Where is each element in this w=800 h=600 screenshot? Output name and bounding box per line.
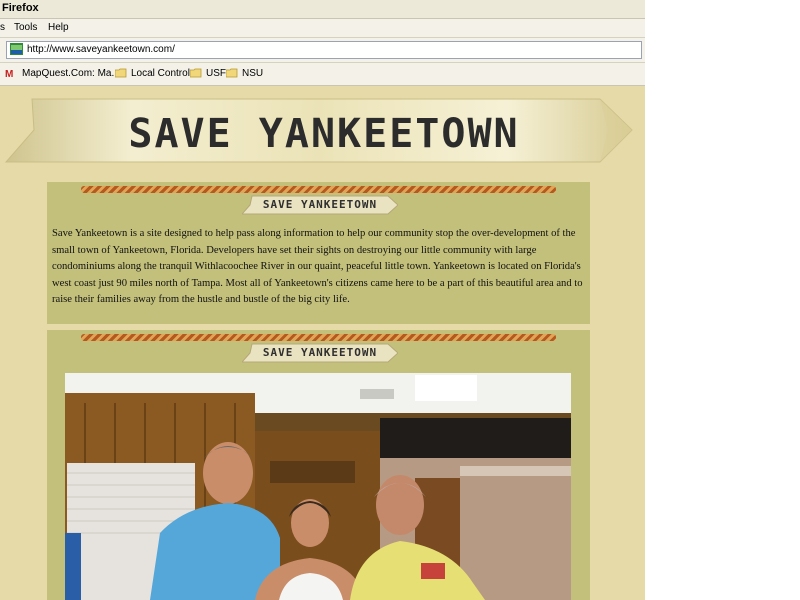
svg-text:M: M <box>5 69 13 78</box>
group-photo <box>65 373 571 600</box>
intro-paragraph: Save Yankeetown is a site designed to he… <box>52 228 583 306</box>
rope-divider <box>81 334 556 341</box>
bookmark-local-controls[interactable]: Local Controls <box>131 68 195 79</box>
url-text: http://www.saveyankeetown.com/ <box>27 44 175 55</box>
menu-item-help[interactable]: Help <box>48 22 69 33</box>
title-bar: Firefox <box>0 0 645 19</box>
group-photo-icon <box>65 373 571 600</box>
folder-icon <box>226 68 238 78</box>
bookmark-mapquest[interactable]: MapQuest.Com: Ma... <box>22 68 120 79</box>
section-tag: SAVE YANKEETOWN <box>242 195 398 215</box>
photo-panel: SAVE YANKEETOWN <box>47 330 590 600</box>
address-bar: http://www.saveyankeetown.com/ <box>0 38 645 63</box>
banner: SAVE YANKEETOWN <box>4 96 634 166</box>
bookmark-nsu[interactable]: NSU <box>242 68 263 79</box>
folder-icon <box>190 68 202 78</box>
banner-title: SAVE YANKEETOWN <box>128 111 520 157</box>
window-title: Firefox <box>2 2 39 14</box>
section-tag: SAVE YANKEETOWN <box>242 343 398 363</box>
section-tag-label: SAVE YANKEETOWN <box>262 198 378 211</box>
browser-window: Firefox s Tools Help http://www.saveyank… <box>0 0 645 600</box>
site-favicon-icon <box>10 43 23 55</box>
rope-divider <box>81 186 556 193</box>
web-page: SAVE YANKEETOWN SAVE YANKEETOWN Save Yan… <box>0 86 645 600</box>
mapquest-icon: M <box>5 69 13 78</box>
bookmark-usf[interactable]: USF <box>206 68 226 79</box>
menu-bar: s Tools Help <box>0 19 645 38</box>
section-tag-label: SAVE YANKEETOWN <box>262 346 378 359</box>
url-input[interactable]: http://www.saveyankeetown.com/ <box>6 41 642 59</box>
folder-icon <box>115 68 127 78</box>
intro-panel: SAVE YANKEETOWN Save Yankeetown is a sit… <box>47 182 590 324</box>
menu-item-tools[interactable]: Tools <box>14 22 37 33</box>
bookmarks-toolbar: M MapQuest.Com: Ma... Local Controls USF… <box>0 63 645 86</box>
menu-item-partial[interactable]: s <box>0 22 5 33</box>
